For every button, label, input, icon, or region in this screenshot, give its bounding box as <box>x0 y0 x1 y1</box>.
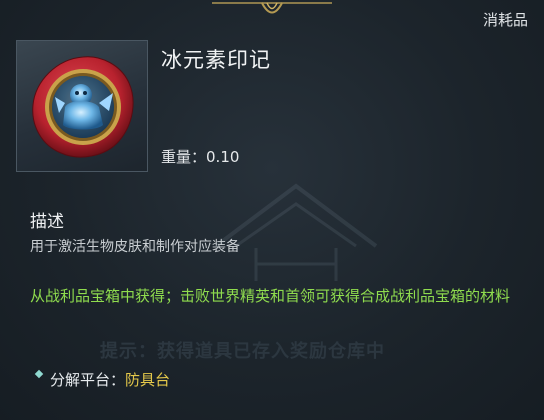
reward-warehouse-hint: 提示：获得道具已存入奖励仓库中 <box>100 341 385 362</box>
weight-label: 重量： <box>161 148 207 166</box>
weight-value: 0.10 <box>206 148 240 166</box>
dismantle-label: 分解平台： <box>50 371 126 389</box>
dismantle-value: 防具台 <box>125 371 171 389</box>
item-weight: 重量：0.10 <box>161 146 239 167</box>
description-text: 用于激活生物皮肤和制作对应装备 <box>30 239 240 255</box>
bullet-diamond-icon <box>34 369 44 378</box>
ice-element-seal-icon <box>32 56 134 158</box>
item-name: 冰元素印记 <box>161 48 271 72</box>
top-ornament <box>212 2 332 14</box>
item-icon-frame <box>16 40 148 172</box>
item-category: 消耗品 <box>482 11 528 29</box>
item-source-text: 从战利品宝箱中获得；击败世界精英和首领可获得合成战利品宝箱的材料 <box>30 287 511 305</box>
description-title: 描述 <box>30 212 64 232</box>
dismantle-platform: 分解平台：防具台 <box>34 369 171 390</box>
watermark-emblem <box>214 183 378 281</box>
